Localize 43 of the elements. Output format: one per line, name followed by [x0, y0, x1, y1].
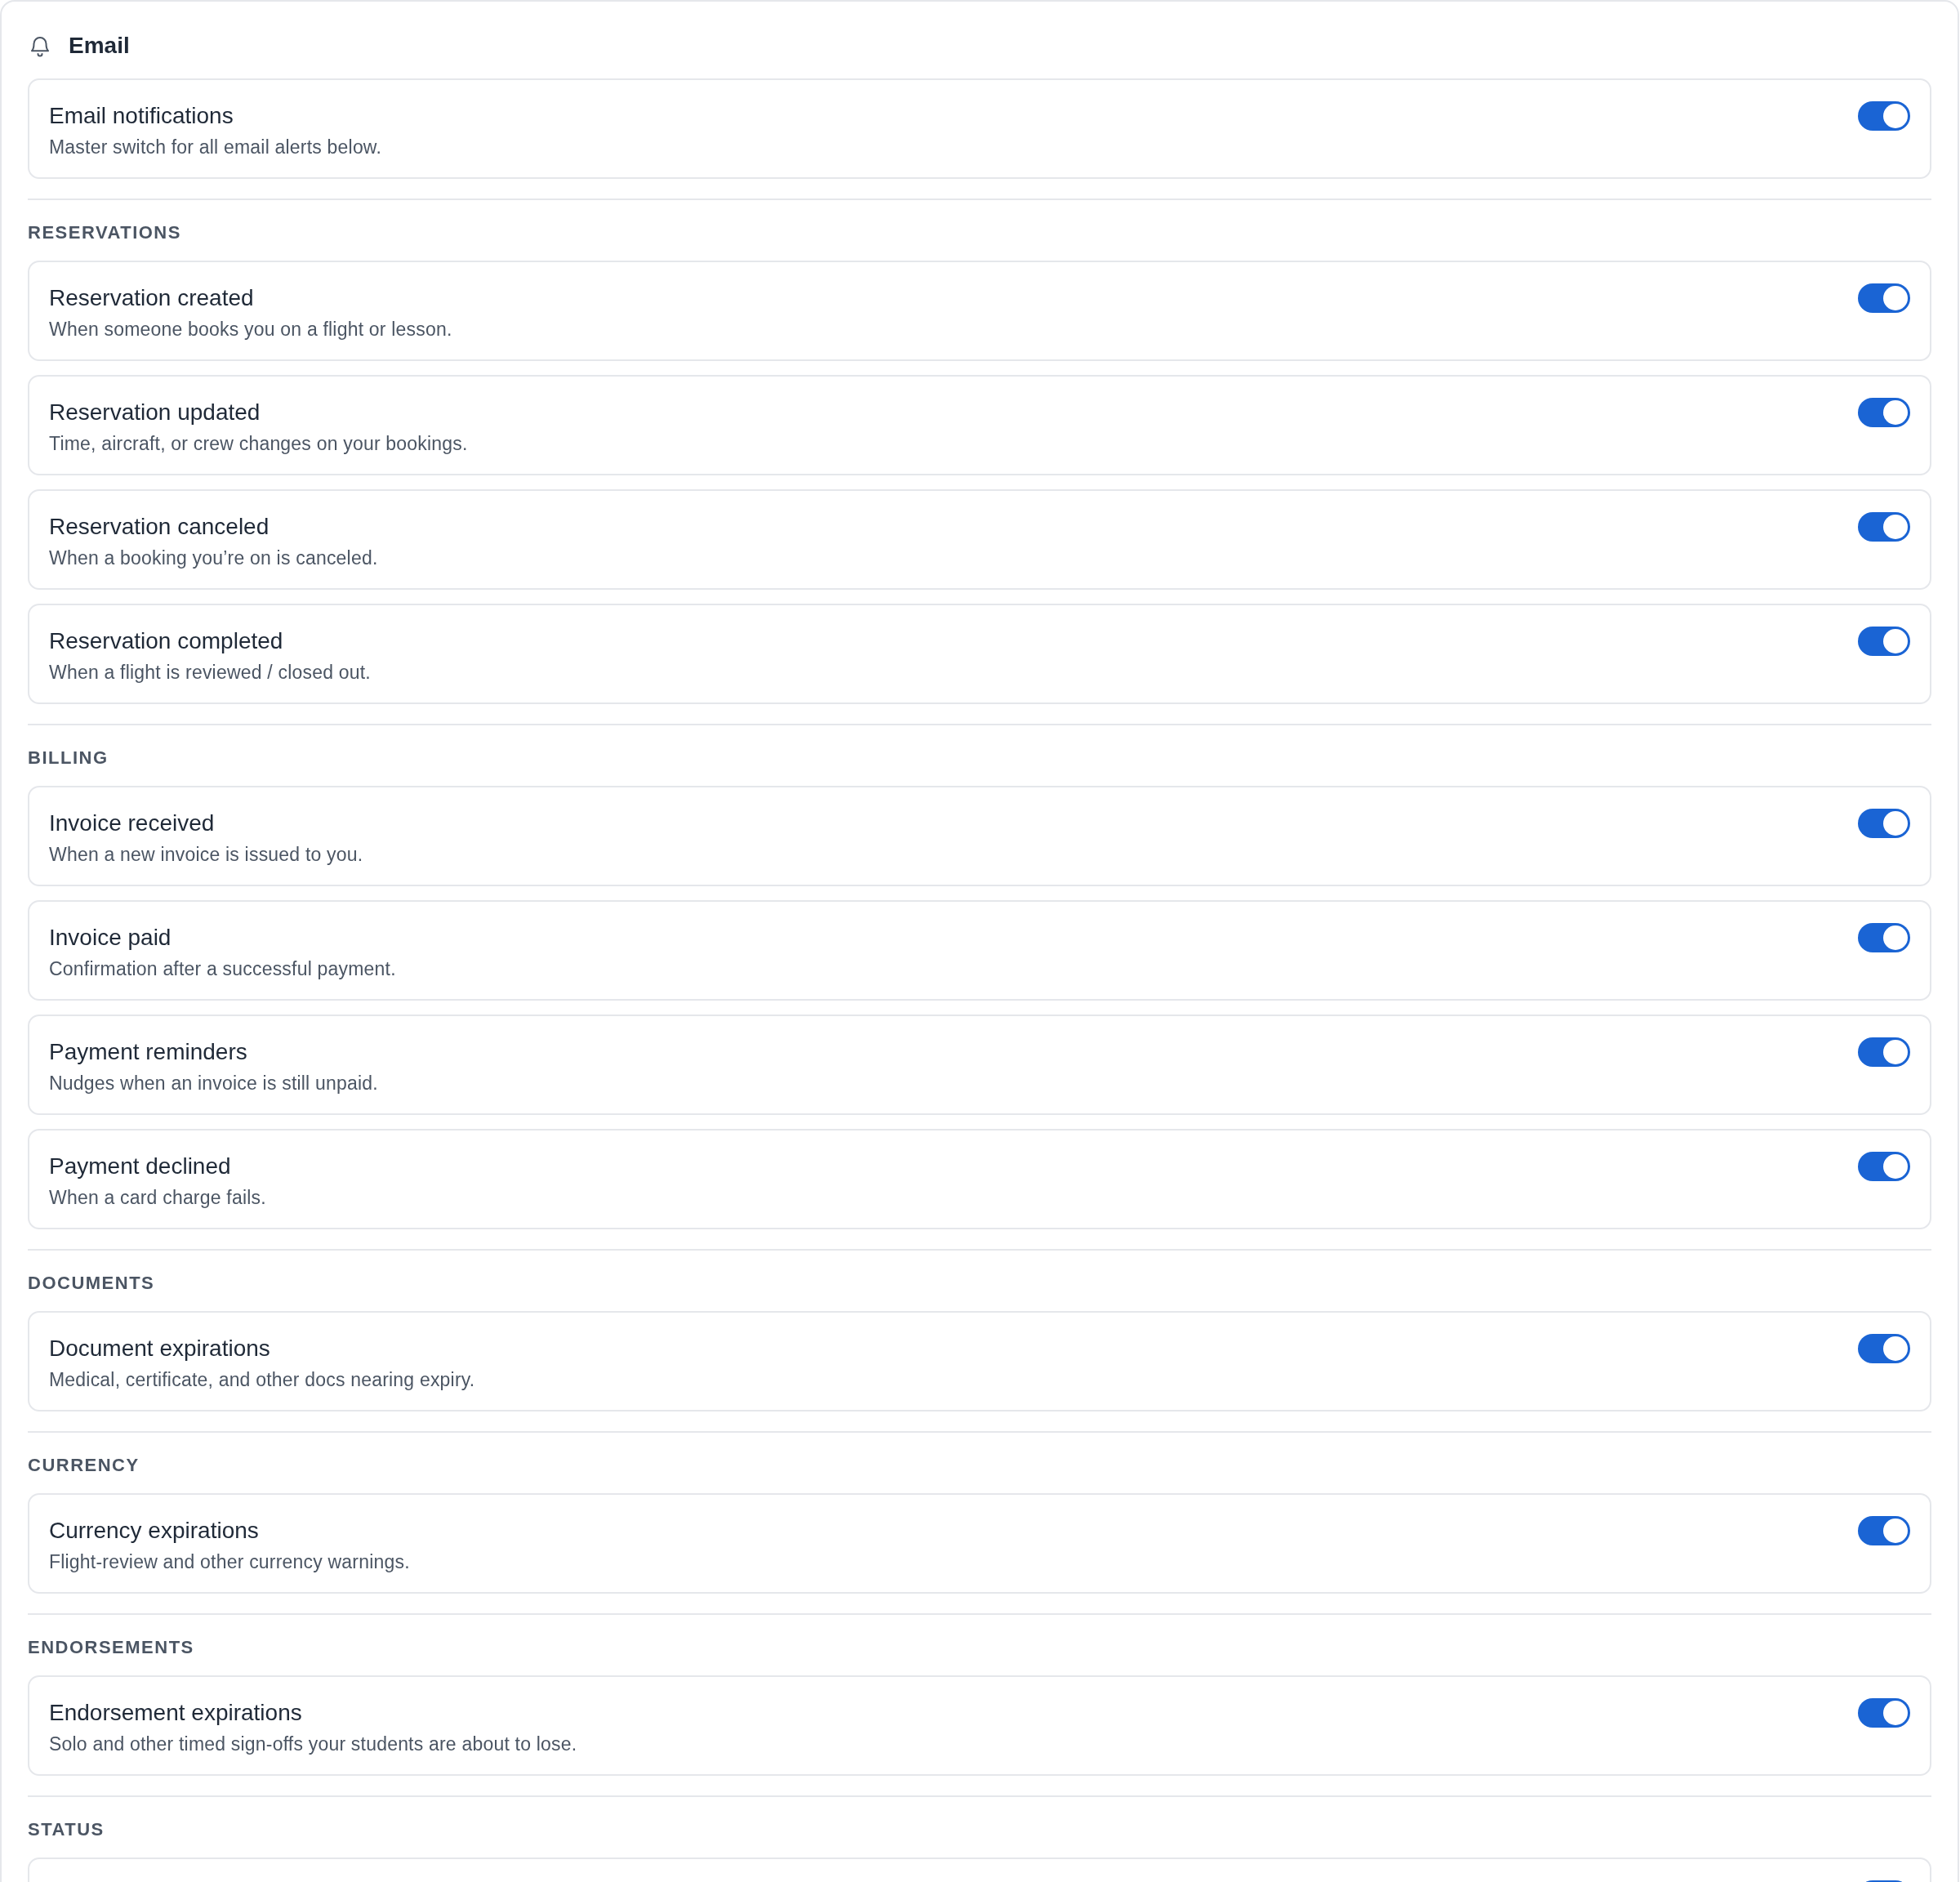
setting-title: Invoice received	[49, 809, 216, 837]
setting-title: Endorsement expirations	[49, 1699, 303, 1727]
group-label: DOCUMENTS	[28, 1272, 156, 1295]
setting-description: Confirmation after a successful payment.	[49, 957, 396, 981]
setting-title: Reservation completed	[49, 627, 284, 655]
toggle-switch[interactable]	[1858, 1152, 1910, 1181]
setting-title: Payment reminders	[49, 1038, 248, 1066]
toggle-switch[interactable]	[1858, 1334, 1910, 1363]
setting-description: Medical, certificate, and other docs nearing expiry.	[49, 1368, 475, 1392]
toggle-switch[interactable]	[1858, 398, 1910, 427]
setting-title: Invoice paid	[49, 924, 172, 952]
toggle-switch[interactable]	[1858, 627, 1910, 656]
setting-title: Reservation canceled	[49, 513, 270, 541]
setting-description: Nudges when an invoice is still unpaid.	[49, 1072, 378, 1095]
toggle-switch[interactable]	[1858, 1037, 1910, 1067]
setting-description: When someone books you on a flight or lesson.	[49, 318, 452, 341]
setting-description: When a card charge fails.	[49, 1186, 266, 1210]
setting-title: Document expirations	[49, 1335, 271, 1362]
setting-description: Master switch for all email alerts below.	[49, 136, 381, 159]
setting-description: When a new invoice is issued to you.	[49, 843, 363, 867]
setting-description: When a booking you’re on is canceled.	[49, 546, 378, 570]
toggle-switch[interactable]	[1858, 512, 1910, 542]
setting-title: Email notifications	[49, 102, 234, 130]
toggle-switch[interactable]	[1858, 923, 1910, 952]
group-label: ENDORSEMENTS	[28, 1636, 195, 1659]
setting-title: Reservation updated	[49, 399, 261, 426]
setting-title: Payment declined	[49, 1153, 232, 1180]
group-label: BILLING	[28, 747, 109, 769]
toggle-switch[interactable]	[1858, 809, 1910, 838]
setting-title: Reservation created	[49, 284, 255, 312]
setting-description: Solo and other timed sign-offs your students are about to lose.	[49, 1733, 577, 1756]
toggle-switch[interactable]	[1858, 1698, 1910, 1728]
group-label: RESERVATIONS	[28, 221, 182, 244]
setting-description: When a flight is reviewed / closed out.	[49, 661, 371, 685]
setting-title: Currency expirations	[49, 1517, 260, 1545]
toggle-switch[interactable]	[1858, 1516, 1910, 1545]
section-title: Email	[69, 33, 130, 59]
toggle-switch[interactable]	[1858, 101, 1910, 131]
setting-description: Time, aircraft, or crew changes on your bookings.	[49, 432, 468, 456]
group-label: STATUS	[28, 1818, 105, 1841]
setting-description: Flight-review and other currency warnings.	[49, 1550, 410, 1574]
group-label: CURRENCY	[28, 1454, 140, 1477]
toggle-switch[interactable]	[1858, 283, 1910, 313]
